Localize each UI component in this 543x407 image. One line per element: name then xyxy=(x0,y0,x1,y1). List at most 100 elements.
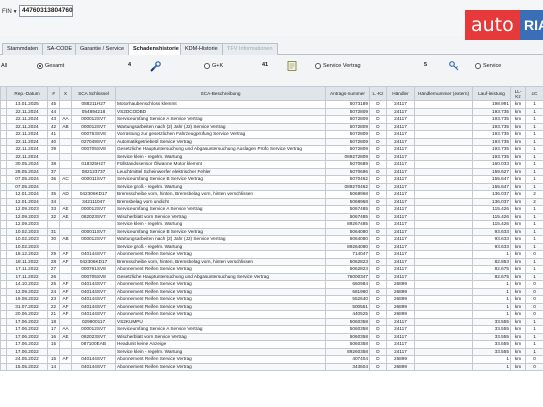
table-cell: Serviceumfang Service B Service Vertrag xyxy=(115,175,326,184)
table-cell: km xyxy=(510,257,526,266)
table-row[interactable]: 17.06.2022 17 AA 000012SV7 Serviceumfang Ser… xyxy=(0,325,543,334)
table-row[interactable]: 17.06.2022 Service klein - regelm. Wartun… xyxy=(0,347,543,356)
table-cell: 1 xyxy=(525,235,543,244)
table-cell: 12.01.2024 xyxy=(6,190,48,199)
table-cell: 5064080 xyxy=(325,235,370,244)
table-row[interactable]: 12.01.2024 34 342111047 Bremsbelag vorn und… xyxy=(0,197,543,206)
column-header[interactable]: Lauf-leistung xyxy=(472,86,511,101)
table-row[interactable]: 12.09.2023 32 AE 082023SV7 Wischerblatt vorn… xyxy=(0,212,543,221)
table-row[interactable]: 10.02.2023 30 AB 000012SV7 Wartungsarbeiten … xyxy=(0,235,543,244)
filter-service-radio[interactable]: Service xyxy=(475,63,501,69)
filter-gk-radio[interactable]: G+K xyxy=(204,63,223,69)
table-row[interactable]: 10.02.2023 31 000011SV7 Serviceumfang Servi… xyxy=(0,227,543,236)
table-cell xyxy=(414,130,473,139)
table-cell: 000011SV7 xyxy=(71,175,116,184)
table-cell: 1 xyxy=(525,347,543,356)
table-cell: Bremsscheibe vorn, hinten, Bremsbelag vo… xyxy=(115,257,326,266)
column-header[interactable]: cC xyxy=(525,86,543,101)
table-cell: km xyxy=(510,182,526,191)
table-row[interactable]: 30.05.2024 38 018325H27 Füllstandssensor Öl… xyxy=(0,160,543,169)
table-cell: 17.06.2022 xyxy=(6,317,48,326)
table-cell: 5068968 xyxy=(325,197,370,206)
tab-sa-code[interactable]: SA-CODE xyxy=(42,43,78,55)
table-cell: 29 xyxy=(47,250,60,259)
filter-service-vertrag-radio[interactable]: Service Vertrag xyxy=(315,63,361,69)
table-cell: 1 xyxy=(472,280,511,289)
tab-schadenshistorie[interactable]: Schadenshistorie xyxy=(128,43,184,55)
tab-garantie-service[interactable]: Garantie / Service xyxy=(75,43,130,55)
table-cell: 1 xyxy=(472,355,511,364)
table-row[interactable]: 22.11.2024 40 027049SV7 Automatikgetriebeöl… xyxy=(0,137,543,146)
table-cell: 5073189 xyxy=(325,100,370,109)
table-cell: Motorhaubenschloss klemmt xyxy=(115,100,326,109)
table-cell: 5068968 xyxy=(325,190,370,199)
table-cell: 0 xyxy=(525,310,543,319)
column-header[interactable]: Händler xyxy=(386,86,415,101)
table-row[interactable]: 28.05.2024 37 082123737 Leuchtmittel Schein… xyxy=(0,167,543,176)
table-cell: 26899 xyxy=(386,287,415,296)
tab-stammdaten[interactable]: Stammdaten xyxy=(2,43,44,55)
table-cell: AF xyxy=(59,280,72,289)
table-cell: km xyxy=(510,100,526,109)
column-header[interactable]: LL-Kz xyxy=(510,86,526,101)
table-row[interactable]: 13.01.2025 45 088211H27 Motorhaubenschloss … xyxy=(0,100,543,109)
table-row[interactable]: 19.08.2022 23 AF 040144SV7 Abonnement Reifen… xyxy=(0,295,543,304)
column-header[interactable]: X xyxy=(59,86,72,101)
table-row[interactable]: 14.10.2022 25 AF 040144SV7 Abonnement Reifen… xyxy=(0,280,543,289)
top-bar: FIN ▼ 44760313804760 xyxy=(0,0,543,36)
table-cell: Abonnement Reifen Service Vertrag xyxy=(115,302,326,311)
table-header-row: Rep.-Datum # X SCA Schlüssel SCA-Beschreibun… xyxy=(0,86,543,101)
table-cell xyxy=(414,220,473,229)
table-row[interactable]: 18.12.2022 29 AF 040144SV7 Abonnement Reifen… xyxy=(0,250,543,259)
table-row[interactable]: 22.11.2024 44 054894218 VS2DCODBD 5072809 D 24… xyxy=(0,107,543,116)
table-cell: 1 xyxy=(525,257,543,266)
table-cell: 5060358 xyxy=(325,332,370,341)
vin-input[interactable]: 44760313804760 xyxy=(19,5,73,17)
column-header[interactable]: Rep.-Datum xyxy=(6,86,48,101)
table-cell: km xyxy=(510,332,526,341)
table-cell xyxy=(414,235,473,244)
table-row[interactable]: 07.05.2024 36 AC 000011SV7 Serviceumfang Ser… xyxy=(0,175,543,184)
tab-kdm-historie[interactable]: KDM-Historie xyxy=(180,43,223,55)
table-row[interactable]: 31.07.2022 22 AF 040144SV7 Abonnement Reifen… xyxy=(0,302,543,311)
column-header[interactable]: Händlernummer (extern) xyxy=(414,86,473,101)
table-cell: km xyxy=(510,265,526,274)
column-header[interactable]: L.-Kz xyxy=(369,86,387,101)
table-row[interactable]: 07.05.2024 Service groß - regelm. Wartung… xyxy=(0,182,543,191)
table-row[interactable]: 12.09.2023 Service klein - regelm. Wartun… xyxy=(0,220,543,229)
table-row[interactable]: 18.11.2022 28 AF 042306KD17 Bremsscheibe vor… xyxy=(0,257,543,266)
table-row[interactable]: 12.09.2022 24 AF 040144SV7 Abonnement Reifen… xyxy=(0,287,543,296)
table-row[interactable]: 12.09.2023 33 AE 000012SV7 Serviceumfang Ser… xyxy=(0,205,543,214)
column-header[interactable]: # xyxy=(47,86,60,101)
vin-type-select[interactable]: FIN ▼ xyxy=(2,6,18,17)
table-cell: D xyxy=(369,235,387,244)
table-cell: VS2KUMPU xyxy=(115,317,326,326)
table-row[interactable]: 20.06.2022 21 AF 040144SV7 Abonnement Reifen… xyxy=(0,310,543,319)
table-cell: 82.675 xyxy=(472,272,511,281)
tab-tfv-informationen[interactable]: TFV Informationen xyxy=(222,43,278,55)
table-row[interactable]: 15.05.2022 14 040144SV7 Abonnement Reifen S… xyxy=(0,362,543,371)
table-row[interactable]: 10.02.2023 Service groß - regelm. Wartung… xyxy=(0,242,543,251)
table-row[interactable]: 17.06.2022 18 029900117 VS2KUMPU 5060358 D 241… xyxy=(0,317,543,326)
table-cell: 040144SV7 xyxy=(71,362,116,371)
table-row[interactable]: 22.11.2024 39 000705SV8 Gesetzliche Hauptun… xyxy=(0,145,543,154)
table-row[interactable]: 17.11.2022 26 000705SV8 Gesetzliche Hauptun… xyxy=(0,272,543,281)
table-row[interactable]: 17.06.2022 15 087100EAB Headunit keine Anze… xyxy=(0,340,543,349)
table-cell: 1 xyxy=(525,175,543,184)
table-row[interactable]: 17.11.2022 27 000761SV8 Abonnement Reifen S… xyxy=(0,265,543,274)
table-cell: km xyxy=(510,130,526,139)
table-row[interactable]: 22.11.2024 Service klein - regelm. Wartun… xyxy=(0,152,543,161)
table-row[interactable]: 12.01.2024 35 AD 042306KD17 Bremsscheibe vor… xyxy=(0,190,543,199)
column-header[interactable]: Antrags-nummer xyxy=(325,86,370,101)
table-row[interactable]: 22.11.2024 42 AB 000012SV7 Wartungsarbeiten … xyxy=(0,122,543,131)
table-cell: 24117 xyxy=(386,115,415,124)
table-row[interactable]: 24.05.2022 15 AF 040144SV7 Abonnement Reifen… xyxy=(0,355,543,364)
column-header[interactable]: SCA-Beschreibung xyxy=(115,86,326,101)
table-cell: km xyxy=(510,167,526,176)
table-cell: 5064080 xyxy=(325,227,370,236)
table-row[interactable]: 22.11.2024 41 000763SV8 Vorrüstung zur gese… xyxy=(0,130,543,139)
table-row[interactable]: 22.11.2024 43 AA 000012SV7 Serviceumfang Ser… xyxy=(0,115,543,124)
filter-gesamt-radio[interactable]: Gesamt xyxy=(37,63,64,69)
table-row[interactable]: 17.06.2022 16 AE 082023SV7 Wischerblatt vorn… xyxy=(0,332,543,341)
column-header[interactable]: SCA Schlüssel xyxy=(71,86,116,101)
